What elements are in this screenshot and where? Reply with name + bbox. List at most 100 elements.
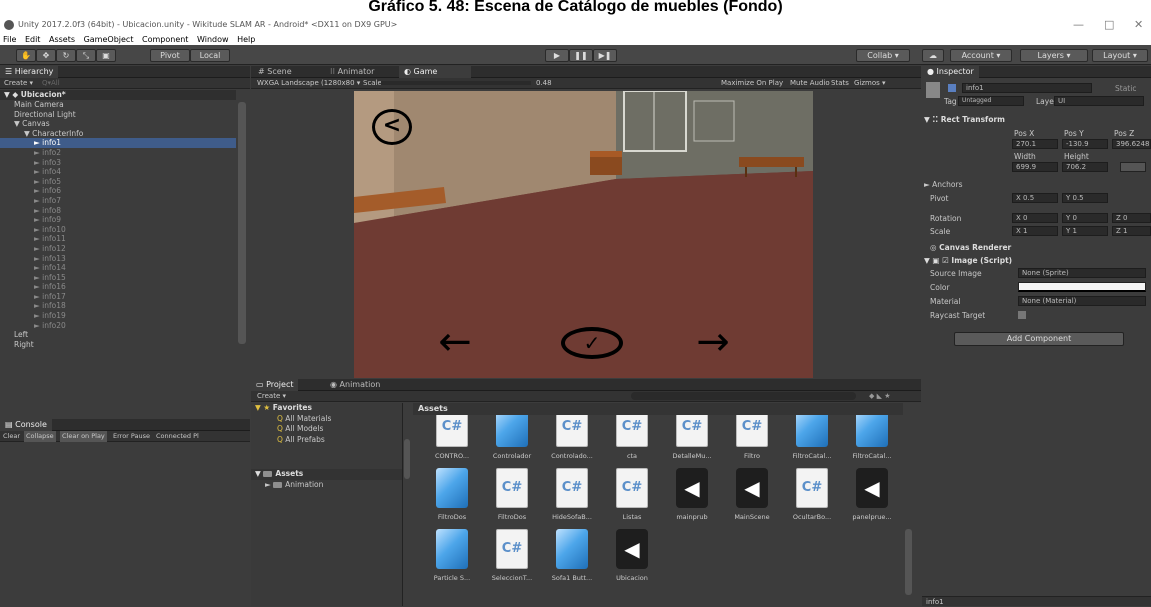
scale-z-field[interactable]: Z 1 [1112,226,1151,236]
account-dropdown[interactable]: Account ▾ [950,49,1012,62]
asset-item[interactable]: FiltroDos [423,464,481,528]
asset-grid-scrollbar[interactable] [905,529,912,595]
rotation-y-field[interactable]: Y 0 [1062,213,1108,223]
add-component-button[interactable]: Add Component [954,332,1124,346]
pos-z-field[interactable]: 396.6248 [1112,139,1151,149]
object-name-field[interactable]: info1 [962,83,1092,93]
maximize-button[interactable]: □ [1104,15,1114,35]
hierarchy-item[interactable]: ► info15 [0,273,236,283]
fav-all-models[interactable]: Q All Models [251,424,402,435]
hierarchy-item[interactable]: ► info5 [0,177,236,187]
pos-x-field[interactable]: 270.1 [1012,139,1058,149]
cloud-icon[interactable]: ☁ [922,49,944,62]
scale-x-field[interactable]: X 1 [1012,226,1058,236]
asset-item[interactable]: Particle S... [423,525,481,589]
hierarchy-item[interactable]: ► info1 [0,138,236,148]
tab-project[interactable]: ▭ Project [251,379,299,391]
mute-audio-toggle[interactable]: Mute Audio [790,78,830,89]
hierarchy-item[interactable]: Left [0,330,236,340]
menu-help[interactable]: Help [237,35,255,44]
close-button[interactable]: ✕ [1134,15,1143,35]
console-error-pause-button[interactable]: Error Pause [113,431,150,442]
layers-dropdown[interactable]: Layers ▾ [1020,49,1088,62]
back-button[interactable]: < [372,109,412,145]
tab-console[interactable]: ▤ Console [0,419,52,431]
hierarchy-item[interactable]: ► info19 [0,311,236,321]
scale-slider[interactable] [381,81,531,85]
tab-game[interactable]: ◐ Game [399,66,471,78]
hierarchy-item[interactable]: ► info2 [0,148,236,158]
asset-item[interactable]: C# HideSofaB... [543,464,601,528]
hierarchy-item[interactable]: Directional Light [0,110,236,120]
height-field[interactable]: 706.2 [1062,162,1108,172]
assets-root[interactable]: ▼ Assets [251,469,402,480]
rotation-z-field[interactable]: Z 0 [1112,213,1151,223]
scale-tool-icon[interactable]: ⤡ [76,49,96,62]
menu-file[interactable]: File [3,35,16,44]
layout-dropdown[interactable]: Layout ▾ [1092,49,1148,62]
rect-tool-icon[interactable]: ▣ [96,49,116,62]
tab-animator[interactable]: ⁝⁝ Animator [325,66,379,78]
fav-all-materials[interactable]: Q All Materials [251,414,402,425]
rect-transform-header[interactable]: ▼ ⁚⁚ Rect Transform [924,115,1005,124]
asset-item[interactable]: C# DetalleMu... [663,415,721,467]
tab-scene[interactable]: # Scene [253,66,297,78]
asset-item[interactable]: C# SeleccionT... [483,525,541,589]
gizmos-dropdown[interactable]: Gizmos ▾ [854,78,886,89]
hierarchy-item[interactable]: ► info9 [0,215,236,225]
source-image-field[interactable]: None (Sprite) [1018,268,1146,278]
menu-assets[interactable]: Assets [49,35,75,44]
hierarchy-item[interactable]: Right [0,340,236,350]
hierarchy-create-button[interactable]: Create ▾ [4,78,33,89]
hierarchy-item[interactable]: ► info3 [0,158,236,168]
project-create-button[interactable]: Create ▾ [257,391,286,402]
asset-item[interactable]: C# Controlado... [543,415,601,467]
material-field[interactable]: None (Material) [1018,296,1146,306]
rotation-x-field[interactable]: X 0 [1012,213,1058,223]
tab-hierarchy[interactable]: ☰ Hierarchy [0,66,59,78]
pivot-y-field[interactable]: Y 0.5 [1062,193,1108,203]
asset-item[interactable]: C# Filtro [723,415,781,467]
asset-item[interactable]: C# CONTRO... [423,415,481,467]
asset-item[interactable]: ◀ panelprue... [843,464,901,528]
hierarchy-item[interactable]: ► info13 [0,254,236,264]
menu-window[interactable]: Window [197,35,229,44]
asset-item[interactable]: FiltroCatal... [783,415,841,467]
width-field[interactable]: 699.9 [1012,162,1058,172]
hierarchy-item[interactable]: ► info20 [0,321,236,331]
resolution-dropdown[interactable]: WXGA Landscape (1280x80 ▾ [257,78,360,89]
console-clear-button[interactable]: Clear [3,431,20,442]
favorites-header[interactable]: ▼ ★ Favorites [251,403,402,414]
tag-dropdown[interactable]: Untagged [958,96,1024,106]
hierarchy-scrollbar[interactable] [238,102,246,344]
hierarchy-item[interactable]: ▼ CharacterInfo [0,129,236,139]
menu-gameobject[interactable]: GameObject [84,35,134,44]
active-checkbox[interactable] [948,84,956,92]
asset-item[interactable]: Controlador [483,415,541,467]
hierarchy-item[interactable]: ► info7 [0,196,236,206]
minimize-button[interactable]: — [1073,15,1084,35]
project-search-input[interactable] [631,392,856,400]
hierarchy-search-input[interactable]: Q▾All [42,78,60,89]
maximize-on-play-toggle[interactable]: Maximize On Play [721,78,783,89]
menu-component[interactable]: Component [142,35,188,44]
move-tool-icon[interactable]: ✥ [36,49,56,62]
hierarchy-item[interactable]: ► info6 [0,186,236,196]
asset-item[interactable]: FiltroCatal... [843,415,901,467]
asset-item[interactable]: C# OcultarBo... [783,464,841,528]
scene-root[interactable]: ▼ ◆ Ubicacion* [0,90,236,100]
hierarchy-item[interactable]: ► info12 [0,244,236,254]
next-arrow-button[interactable]: → [682,322,744,362]
color-swatch[interactable] [1018,282,1146,292]
confirm-button[interactable]: ✓ [561,327,623,359]
hierarchy-item[interactable]: ► info11 [0,234,236,244]
hierarchy-item[interactable]: Main Camera [0,100,236,110]
stats-toggle[interactable]: Stats [831,78,849,89]
hand-tool-icon[interactable]: ✋ [16,49,36,62]
asset-item[interactable]: C# Listas [603,464,661,528]
hierarchy-item[interactable]: ► info8 [0,206,236,216]
hierarchy-item[interactable]: ► info14 [0,263,236,273]
static-toggle[interactable]: Static [1115,84,1136,93]
previous-arrow-button[interactable]: ← [424,322,486,362]
console-connected-player-button[interactable]: Connected Pl [156,431,199,442]
